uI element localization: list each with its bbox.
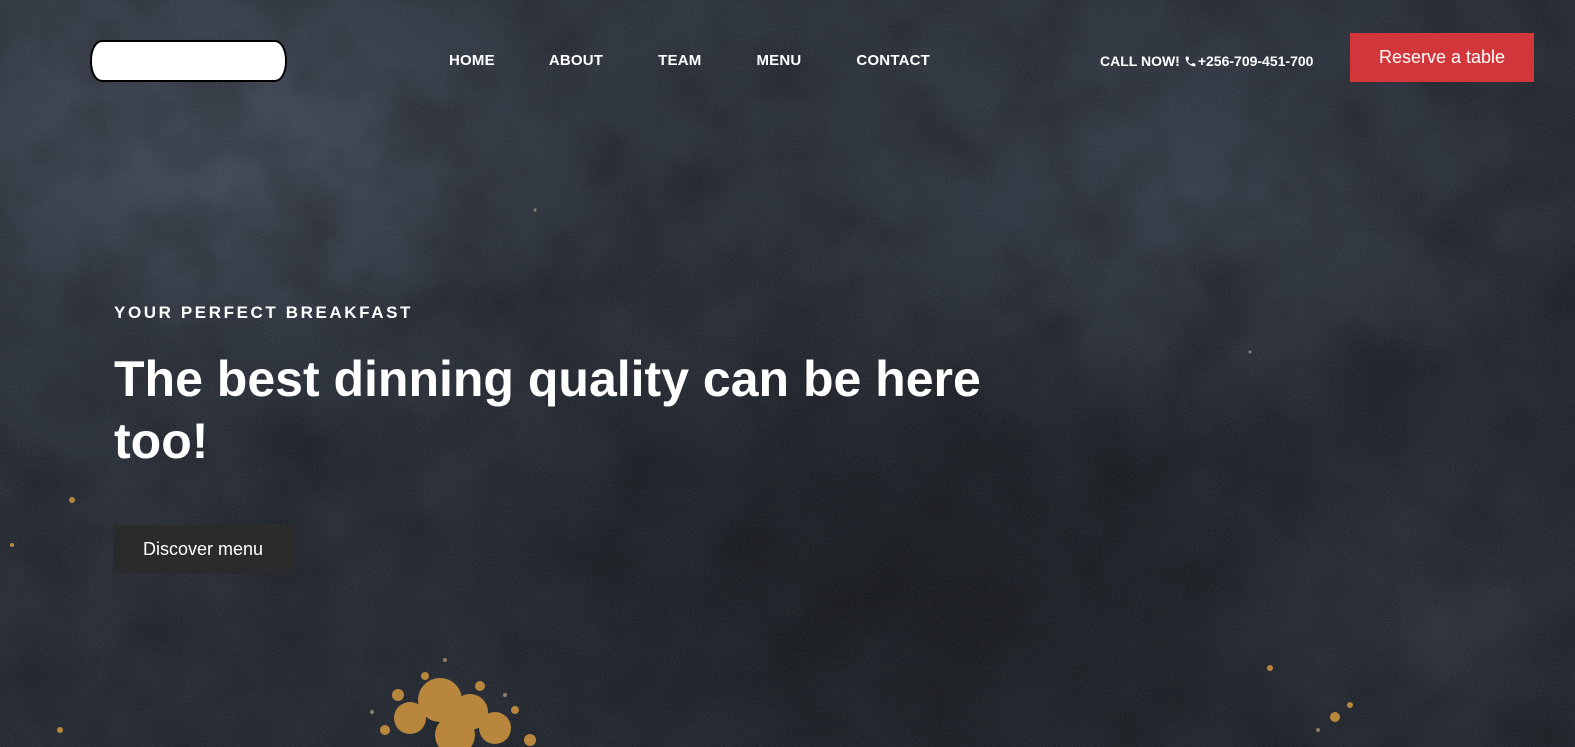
nav-contact[interactable]: CONTACT	[856, 51, 930, 71]
call-now[interactable]: CALL NOW! +256-709-451-700	[1100, 51, 1313, 71]
logo[interactable]	[92, 42, 285, 80]
hero-section: HOME ABOUT TEAM MENU CONTACT CALL NOW! +…	[0, 0, 1575, 747]
hero-headline: The best dinning quality can be here too…	[114, 351, 981, 469]
hero-eyebrow: YOUR PERFECT BREAKFAST	[114, 303, 413, 322]
reserve-table-button[interactable]: Reserve a table	[1350, 33, 1534, 82]
nav-about[interactable]: ABOUT	[549, 51, 603, 71]
spice-scatter	[10, 208, 1353, 747]
phone-number: +256-709-451-700	[1197, 53, 1314, 69]
discover-menu-button[interactable]: Discover menu	[113, 525, 293, 574]
phone-icon	[1185, 56, 1196, 66]
main-nav: HOME ABOUT TEAM MENU CONTACT	[449, 51, 930, 71]
nav-menu[interactable]: MENU	[756, 51, 801, 71]
call-label: CALL NOW!	[1100, 53, 1180, 69]
nav-team[interactable]: TEAM	[658, 51, 701, 71]
nav-home[interactable]: HOME	[449, 51, 495, 71]
